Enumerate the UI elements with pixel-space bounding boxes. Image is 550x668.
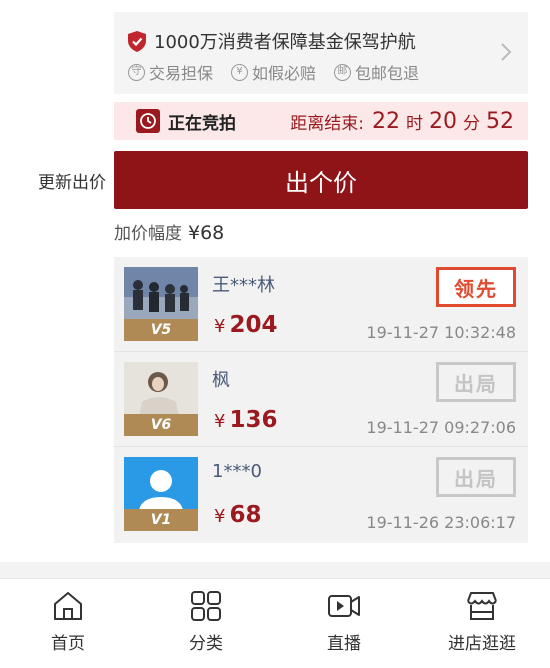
live-video-icon — [328, 595, 360, 617]
avatar: V1 — [124, 457, 198, 531]
tab-label: 进店逛逛 — [448, 634, 516, 654]
guarantee-item-label: 交易担保 — [149, 64, 214, 83]
clock-icon — [136, 109, 160, 133]
tab-label: 直播 — [327, 634, 361, 654]
currency-symbol: ¥ — [214, 411, 226, 432]
tab-category[interactable]: 分类 — [146, 589, 266, 654]
currency-symbol: ¥ — [214, 316, 226, 337]
bid-amount: 136 — [229, 407, 278, 433]
update-bid-link[interactable]: 更新出价 — [38, 168, 106, 193]
guarantee-item-refund: ¥ 如假必赔 — [231, 60, 316, 84]
status-badge-outbid: 出局 — [436, 362, 516, 402]
vip-badge: V5 — [124, 319, 198, 341]
chevron-right-icon[interactable] — [500, 42, 512, 62]
bid-row[interactable]: V1 1***0 ¥ 68 出局 19-11-26 23:06:17 — [114, 447, 528, 542]
auction-status-label: 正在竞拍 — [168, 113, 236, 134]
guarantee-item-shipping: 邮 包邮包退 — [334, 60, 419, 84]
guarantee-title: 1000万消费者保障基金保驾护航 — [154, 32, 416, 53]
bid-increment: 加价幅度 ¥68 — [114, 219, 224, 244]
guarantee-item-escrow: 守 交易担保 — [128, 60, 213, 84]
auction-status-bar: 正在竞拍 距离结束: 22 时 20 分 52 — [114, 102, 528, 140]
bid-increment-value: ¥68 — [188, 222, 225, 244]
countdown-label: 距离结束: — [290, 113, 364, 134]
avatar: V6 — [124, 362, 198, 436]
countdown: 距离结束: 22 时 20 分 52 — [290, 102, 516, 140]
bid-price: ¥ 68 — [214, 502, 261, 528]
bid-price: ¥ 204 — [214, 312, 277, 338]
store-icon — [467, 592, 497, 620]
bidder-name: 枫 — [212, 370, 230, 391]
bidder-name: 王***林 — [212, 275, 275, 296]
bid-price: ¥ 136 — [214, 407, 277, 433]
mail-circle-icon: 邮 — [334, 63, 352, 81]
status-badge-leading: 领先 — [436, 267, 516, 307]
tab-live[interactable]: 直播 — [284, 589, 404, 654]
tab-label: 首页 — [51, 634, 85, 654]
guarantee-item-label: 包邮包退 — [355, 64, 420, 83]
bid-time: 19-11-27 09:27:06 — [366, 418, 516, 437]
tab-home[interactable]: 首页 — [8, 589, 128, 654]
bottom-tab-bar: 首页 分类 直播 进店逛逛 — [0, 578, 550, 668]
bid-amount: 68 — [229, 502, 262, 528]
bid-list: V5 王***林 ¥ 204 领先 19-11-27 10:32:48 V6 枫… — [114, 257, 528, 543]
bid-increment-label: 加价幅度 — [114, 224, 182, 244]
grid-icon — [191, 591, 221, 621]
guarantee-banner[interactable]: 1000万消费者保障基金保驾护航 守 交易担保 ¥ 如假必赔 邮 包邮包退 — [114, 12, 528, 94]
countdown-hours-unit: 时 — [406, 113, 423, 134]
avatar: V5 — [124, 267, 198, 341]
yen-circle-icon: ¥ — [231, 63, 249, 81]
bid-amount: 204 — [229, 312, 278, 338]
countdown-minutes-unit: 分 — [463, 113, 480, 134]
section-divider — [0, 562, 550, 578]
tab-label: 分类 — [189, 634, 223, 654]
shield-check-icon — [128, 30, 146, 52]
vip-badge: V1 — [124, 509, 198, 531]
bid-time: 19-11-27 10:32:48 — [366, 323, 516, 342]
vip-badge: V6 — [124, 414, 198, 436]
guarantee-title-row: 1000万消费者保障基金保驾护航 — [128, 28, 416, 54]
home-icon — [54, 592, 82, 620]
countdown-seconds: 52 — [486, 108, 514, 134]
countdown-minutes: 20 — [429, 108, 457, 134]
bid-row[interactable]: V6 枫 ¥ 136 出局 19-11-27 09:27:06 — [114, 352, 528, 447]
bid-time: 19-11-26 23:06:17 — [366, 513, 516, 532]
guarantee-item-label: 如假必赔 — [252, 64, 317, 83]
place-bid-button[interactable]: 出个价 — [114, 151, 528, 209]
bidder-name: 1***0 — [212, 461, 262, 482]
currency-symbol: ¥ — [214, 506, 226, 527]
escrow-icon: 守 — [128, 63, 145, 81]
status-badge-outbid: 出局 — [436, 457, 516, 497]
guarantee-items: 守 交易担保 ¥ 如假必赔 邮 包邮包退 — [128, 60, 437, 84]
countdown-hours: 22 — [372, 108, 400, 134]
bid-row[interactable]: V5 王***林 ¥ 204 领先 19-11-27 10:32:48 — [114, 257, 528, 352]
tab-store[interactable]: 进店逛逛 — [422, 589, 542, 654]
